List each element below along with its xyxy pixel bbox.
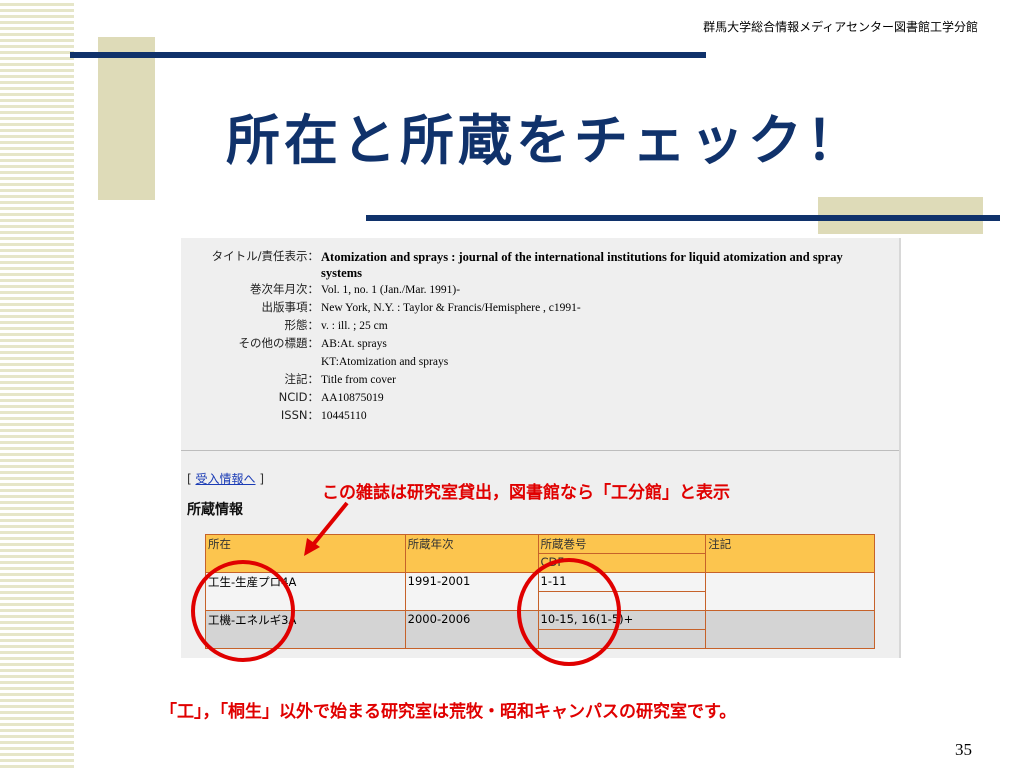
accept-info-link-wrap: [ 受入情報へ ] [187, 470, 264, 487]
cell-volumes: 1-11 [537, 572, 707, 592]
cell-location: 工生-生産プロ4A [205, 572, 406, 611]
holdings-table: 所在 所蔵年次 所蔵巻号 注記 CDF 工生-生産プロ4A 1991-2001 … [205, 534, 875, 649]
cell-years: 2000-2006 [404, 610, 539, 649]
holdings-heading: 所蔵情報 [187, 502, 243, 518]
record-row-publication: 出版事項： New York, N.Y. : Taylor & Francis/… [181, 299, 881, 317]
record-label: 巻次年月次： [250, 282, 319, 296]
header-note: 注記 [705, 534, 875, 573]
record-value: Title from cover [321, 374, 396, 386]
cell-years: 1991-2001 [404, 572, 539, 611]
panel-divider [181, 450, 899, 451]
bracket-open: [ [187, 472, 196, 486]
record-row-note: 注記： Title from cover [181, 371, 881, 389]
record-label: 注記： [284, 372, 320, 386]
bibliographic-record: タイトル/責任表示： Atomization and sprays : jour… [181, 248, 881, 425]
record-row-issn: ISSN： 10445110 [181, 407, 881, 425]
table-row: 工機-エネルギ3A 2000-2006 10-15, 16(1-5)+ [205, 610, 875, 649]
record-value: 10445110 [321, 410, 367, 422]
cell-note [705, 572, 875, 611]
cell-volumes: 10-15, 16(1-5)+ [537, 610, 707, 630]
record-value: v. : ill. ; 25 cm [321, 320, 388, 332]
record-label: 出版事項： [261, 300, 320, 314]
header-location: 所在 [205, 534, 406, 573]
bracket-close: ] [255, 472, 265, 486]
cell-cdf [537, 629, 707, 649]
record-value: AB:At. sprays [321, 338, 387, 350]
cell-location: 工機-エネルギ3A [205, 610, 406, 649]
record-label: タイトル/責任表示： [211, 249, 319, 263]
record-label: NCID： [278, 390, 319, 404]
record-label: その他の標題： [238, 336, 320, 350]
decorative-line-right [366, 215, 1000, 221]
record-row-format: 形態： v. : ill. ; 25 cm [181, 317, 881, 335]
accept-info-link[interactable]: 受入情報へ [196, 472, 256, 486]
record-value: Vol. 1, no. 1 (Jan./Mar. 1991)- [321, 284, 461, 296]
header-cdf: CDF [537, 553, 707, 573]
record-value: New York, N.Y. : Taylor & Francis/Hemisp… [321, 302, 581, 314]
callout-annotation: この雑誌は研究室貸出，図書館なら「工分館」と表示 [322, 483, 730, 503]
slide-title: 所在と所蔵をチェック！ [226, 109, 864, 172]
record-row-other-title-2: KT:Atomization and sprays [181, 353, 881, 371]
holdings-header-row: 所在 所蔵年次 所蔵巻号 注記 [205, 534, 875, 573]
record-row-ncid: NCID： AA10875019 [181, 389, 881, 407]
record-value: AA10875019 [321, 392, 384, 404]
record-row-title: タイトル/責任表示： Atomization and sprays : jour… [181, 248, 881, 281]
catalog-screenshot-panel: タイトル/責任表示： Atomization and sprays : jour… [181, 238, 901, 658]
cell-cdf [537, 591, 707, 611]
record-row-volume: 巻次年月次： Vol. 1, no. 1 (Jan./Mar. 1991)- [181, 281, 881, 299]
cell-note [705, 610, 875, 649]
header-caption: 群馬大学総合情報メディアセンター図書館工学分館 [703, 20, 978, 34]
header-volumes: 所蔵巻号 [537, 534, 707, 554]
decorative-block-left [98, 37, 155, 200]
record-row-other-title: その他の標題： AB:At. sprays [181, 335, 881, 353]
footer-note: 「工」，「桐生」以外で始まる研究室は荒牧・昭和キャンパスの研究室です。 [160, 702, 737, 722]
record-label: 形態： [284, 318, 320, 332]
header-years: 所蔵年次 [404, 534, 539, 573]
left-stripe-band [0, 0, 74, 768]
decorative-line-top [70, 52, 706, 58]
record-value: Atomization and sprays : journal of the … [321, 250, 843, 280]
page-number: 35 [955, 740, 972, 759]
table-row: 工生-生産プロ4A 1991-2001 1-11 [205, 572, 875, 611]
record-value: KT:Atomization and sprays [321, 356, 449, 368]
record-label: ISSN： [280, 408, 319, 422]
